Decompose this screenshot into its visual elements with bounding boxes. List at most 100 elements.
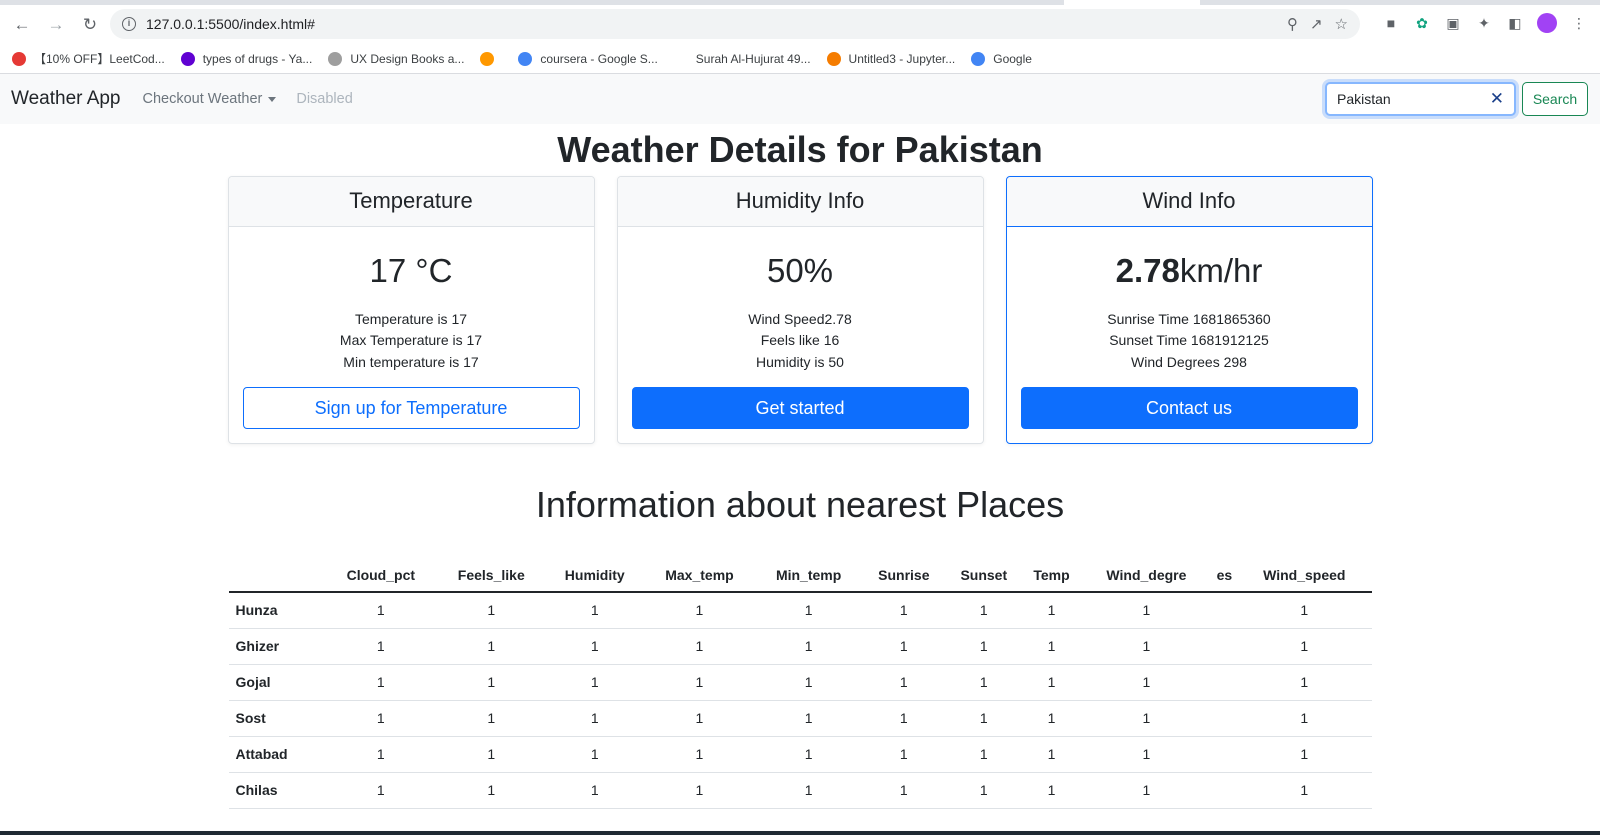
table-cell: 1: [324, 736, 437, 773]
zoom-icon[interactable]: ⚲: [1287, 15, 1298, 33]
back-arrow-icon[interactable]: ←: [10, 13, 34, 37]
table-cell: 1: [545, 700, 644, 737]
table-row: Gojal 1 1 1 1 1 1 1 1 1 1: [228, 664, 1372, 701]
address-bar-actions: ⚲ ↗ ☆: [1287, 15, 1348, 33]
profile-avatar[interactable]: [1537, 13, 1557, 33]
bookmark-label[interactable]: Surah Al-Hujurat 49...: [696, 52, 811, 66]
bookmark-label[interactable]: UX Design Books a...: [350, 52, 464, 66]
table-body: Hunza 1 1 1 1 1 1 1 1 1 1 Ghizer 1 1 1 1 1 1 1 1 1 1 Gojal 1 1 1 1…: [228, 592, 1372, 809]
table-cell: 1: [755, 772, 862, 809]
table-cell: 1: [643, 736, 756, 773]
bookmark-label[interactable]: types of drugs - Ya...: [203, 52, 313, 66]
bookmark-label[interactable]: Google: [993, 52, 1032, 66]
table-cell: 1: [861, 664, 946, 701]
bookmark-label[interactable]: coursera - Google S...: [540, 52, 657, 66]
table-cell: 1: [436, 592, 546, 629]
bookmark-item[interactable]: Surah Al-Hujurat 49...: [673, 51, 811, 66]
brand-link[interactable]: Weather App: [11, 88, 121, 110]
forward-arrow-icon[interactable]: →: [44, 13, 68, 37]
feels-like-line: Feels like 16: [760, 332, 840, 348]
table-cell: 1: [945, 592, 1022, 629]
wind-speed-unit: km/hr: [1179, 251, 1263, 289]
table-cell: 1: [1021, 700, 1082, 737]
table-cell: [1211, 664, 1238, 701]
place-name-cell: Gojal: [228, 664, 325, 701]
weather-cards: Temperature 17 °C Temperature is 17 Max …: [0, 176, 1600, 444]
sign-up-temperature-button[interactable]: Sign up for Temperature: [242, 387, 580, 429]
bookmark-item[interactable]: Google: [971, 51, 1032, 66]
table-cell: 1: [643, 664, 756, 701]
table-cell: 1: [436, 628, 546, 665]
picture-in-picture-icon[interactable]: ▣: [1444, 14, 1462, 32]
search-button[interactable]: Search: [1522, 82, 1588, 116]
column-header: Wind_degre: [1081, 558, 1212, 593]
address-bar[interactable]: i 127.0.0.1:5500/index.html# ⚲ ↗ ☆: [110, 9, 1360, 39]
puzzle-extensions-icon[interactable]: ✦: [1475, 14, 1493, 32]
site-info-icon[interactable]: i: [122, 17, 136, 31]
table-cell: 1: [324, 772, 437, 809]
wind-card-body: 2.78km/hr Sunrise Time 1681865360 Sunset…: [1007, 227, 1372, 444]
wind-value: 2.78km/hr: [1021, 249, 1358, 293]
table-cell: 1: [861, 628, 946, 665]
sunset-line: Sunset Time 1681912125: [1109, 332, 1269, 348]
page-title: Weather Details for Pakistan: [557, 129, 1043, 170]
place-name-cell: Hunza: [228, 592, 325, 629]
nav-buttons: ← → ↻: [0, 13, 110, 37]
bookmark-item[interactable]: 【10% OFF】LeetCod...: [12, 50, 165, 67]
search-input-value[interactable]: Pakistan: [1337, 91, 1391, 107]
table-cell: 1: [945, 700, 1022, 737]
table-cell: 1: [861, 700, 946, 737]
share-icon[interactable]: ↗: [1310, 15, 1323, 33]
get-started-button[interactable]: Get started: [631, 387, 969, 429]
table-cell: 1: [324, 664, 437, 701]
bookmark-item[interactable]: UX Design Books a...: [328, 51, 464, 66]
column-header: Sunrise: [861, 558, 946, 593]
table-cell: 1: [861, 772, 946, 809]
bookmark-label[interactable]: Untitled3 - Jupyter...: [849, 52, 956, 66]
side-panel-icon[interactable]: ◧: [1506, 14, 1524, 32]
app-navbar: Weather App Checkout Weather Disabled Pa…: [0, 74, 1600, 124]
contact-us-button[interactable]: Contact us: [1020, 387, 1358, 429]
chatgpt-extension-icon[interactable]: ✿: [1413, 14, 1431, 32]
temperature-card-header: Temperature: [228, 177, 594, 227]
min-temperature-line: Min temperature is 17: [343, 353, 479, 370]
place-name-cell: Ghizer: [228, 628, 325, 665]
table-cell: 1: [436, 664, 546, 701]
clear-search-icon[interactable]: ✕: [1490, 89, 1504, 109]
table-cell: 1: [1081, 628, 1212, 665]
table-cell: 1: [545, 736, 644, 773]
column-header: es: [1211, 558, 1238, 593]
table-cell: 1: [545, 592, 644, 629]
bookmark-favicon-icon: [480, 51, 495, 66]
reload-icon[interactable]: ↻: [78, 13, 102, 37]
bookmark-label[interactable]: 【10% OFF】LeetCod...: [34, 50, 165, 67]
table-cell: 1: [643, 700, 756, 737]
table-cell: 1: [861, 592, 946, 629]
robot-extension-icon[interactable]: ■: [1382, 14, 1400, 32]
search-input[interactable]: Pakistan ✕: [1325, 82, 1516, 116]
bookmark-item[interactable]: [480, 51, 502, 66]
bookmark-star-icon[interactable]: ☆: [1335, 15, 1348, 33]
place-name-cell: Attabad: [228, 736, 325, 773]
checkout-weather-dropdown[interactable]: Checkout Weather: [143, 91, 277, 107]
table-cell: 1: [436, 700, 546, 737]
table-cell: 1: [755, 736, 862, 773]
bookmark-item[interactable]: coursera - Google S...: [518, 51, 658, 66]
table-cell: 1: [1237, 628, 1372, 665]
url-text[interactable]: 127.0.0.1:5500/index.html#: [146, 16, 315, 32]
table-cell: 1: [1021, 664, 1082, 701]
table-cell: 1: [755, 664, 862, 701]
table-cell: 1: [643, 592, 756, 629]
bookmark-item[interactable]: Untitled3 - Jupyter...: [826, 51, 956, 66]
bookmark-favicon-icon: [971, 51, 986, 66]
bookmark-item[interactable]: types of drugs - Ya...: [180, 51, 313, 66]
dropdown-label[interactable]: Checkout Weather: [143, 91, 263, 107]
table-cell: 1: [861, 736, 946, 773]
bookmark-favicon-icon: [180, 51, 195, 66]
table-cell: 1: [643, 772, 756, 809]
table-cell: 1: [545, 772, 644, 809]
temperature-card: Temperature 17 °C Temperature is 17 Max …: [227, 176, 595, 444]
table-cell: 1: [945, 772, 1022, 809]
menu-kebab-icon[interactable]: ⋮: [1570, 14, 1588, 32]
column-header: Sunset: [945, 558, 1022, 593]
